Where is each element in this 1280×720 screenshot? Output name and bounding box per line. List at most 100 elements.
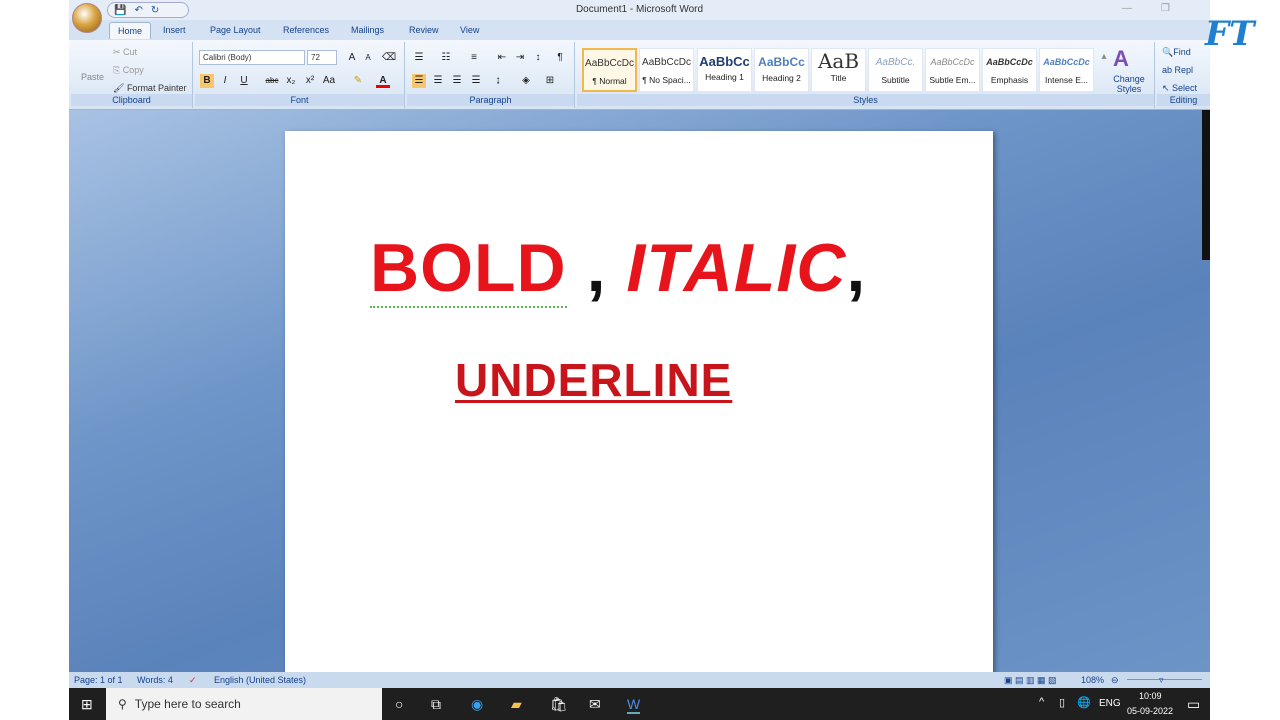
tab-home[interactable]: Home — [109, 22, 152, 39]
change-styles-button[interactable]: Change Styles — [1107, 74, 1151, 94]
multilevel-list-icon[interactable]: ≡ — [467, 51, 481, 65]
select-label: Select — [1172, 83, 1198, 93]
vertical-scrollbar[interactable] — [1202, 110, 1210, 260]
style-subtitle[interactable]: AaBbCc. Subtitle — [868, 48, 923, 92]
office-button[interactable] — [72, 3, 102, 33]
strikethrough-icon[interactable]: abc — [265, 74, 279, 88]
zoom-slider[interactable] — [1127, 679, 1202, 680]
numbering-icon[interactable]: ☷ — [439, 51, 453, 65]
view-buttons[interactable]: ▣ ▤ ▥ ▦ ▧ — [1004, 675, 1057, 686]
sort-icon[interactable]: ↕ — [531, 51, 545, 65]
styles-scroll-icon[interactable]: ▴ — [1097, 50, 1111, 64]
bold-icon[interactable]: B — [200, 74, 214, 88]
notifications-icon[interactable]: ▭ — [1187, 696, 1200, 713]
change-styles-icon: A — [1113, 46, 1129, 71]
style-preview: AaBbCc. — [875, 57, 916, 68]
windows-start-icon[interactable]: ⊞ — [81, 696, 93, 713]
style-name: ¶ No Spaci... — [642, 75, 691, 85]
align-left-icon[interactable]: ☰ — [412, 74, 426, 88]
search-icon: ⚲ — [118, 697, 127, 711]
change-case-icon[interactable]: Aa — [322, 74, 336, 88]
tab-insert[interactable]: Insert — [163, 25, 186, 35]
taskbar-search[interactable]: ⚲ Type here to search — [106, 688, 382, 720]
highlight-icon[interactable]: ✎ — [351, 74, 365, 88]
increase-indent-icon[interactable]: ⇥ — [513, 51, 527, 65]
file-explorer-icon[interactable]: ▰ — [511, 696, 522, 713]
clear-formatting-icon[interactable]: ⌫ — [382, 51, 396, 65]
zoom-out-icon[interactable]: ⊖ — [1111, 675, 1119, 686]
style-no-spacing[interactable]: AaBbCcDc ¶ No Spaci... — [639, 48, 694, 92]
subscript-icon[interactable]: x₂ — [284, 74, 298, 88]
shading-icon[interactable]: ◈ — [519, 74, 533, 88]
font-color-icon[interactable]: A — [376, 74, 390, 88]
style-heading-1[interactable]: AaBbCc Heading 1 — [697, 48, 752, 92]
tab-mailings[interactable]: Mailings — [351, 25, 384, 35]
tab-view[interactable]: View — [460, 25, 479, 35]
tab-references[interactable]: References — [283, 25, 329, 35]
align-center-icon[interactable]: ☰ — [431, 74, 445, 88]
font-size-select[interactable]: 72 — [307, 50, 337, 65]
find-button[interactable]: 🔍Find — [1162, 47, 1191, 58]
redo-icon[interactable]: ↻ — [151, 5, 159, 16]
paste-button[interactable]: Paste — [81, 72, 104, 82]
grow-font-icon[interactable]: A — [345, 51, 359, 65]
word-taskbar-icon[interactable]: W — [627, 696, 641, 714]
style-name: Subtitle — [881, 75, 910, 85]
edge-icon[interactable]: ◉ — [471, 696, 483, 713]
style-preview: AaBbCc — [758, 55, 805, 69]
style-emphasis[interactable]: AaBbCcDc Emphasis — [982, 48, 1037, 92]
borders-icon[interactable]: ⊞ — [543, 74, 557, 88]
italic-icon[interactable]: I — [218, 74, 232, 88]
page-count[interactable]: Page: 1 of 1 — [74, 675, 123, 685]
mail-icon[interactable]: ✉ — [589, 696, 601, 713]
word-count[interactable]: Words: 4 — [137, 675, 173, 685]
task-view-icon[interactable]: ⧉ — [431, 696, 441, 713]
cortana-icon[interactable]: ○ — [395, 696, 403, 712]
bullets-icon[interactable]: ☰ — [412, 51, 426, 65]
copy-button[interactable]: ⎘ Copy — [113, 65, 144, 76]
style-name: Intense E... — [1045, 75, 1088, 85]
style-heading-2[interactable]: AaBbCc Heading 2 — [754, 48, 809, 92]
store-icon[interactable]: 🛍 — [550, 696, 568, 713]
format-painter-button[interactable]: 🖌 Format Painter — [113, 83, 186, 94]
decrease-indent-icon[interactable]: ⇤ — [495, 51, 509, 65]
tab-page-layout[interactable]: Page Layout — [210, 25, 261, 35]
align-right-icon[interactable]: ☰ — [450, 74, 464, 88]
clock-date[interactable]: 05-09-2022 — [1127, 706, 1173, 716]
cut-button[interactable]: ✂ Cut — [113, 47, 137, 58]
zoom-level[interactable]: 108% — [1081, 675, 1104, 685]
tab-review[interactable]: Review — [409, 25, 439, 35]
underline-icon[interactable]: U — [237, 74, 251, 88]
replace-button[interactable]: ab Repl — [1162, 65, 1193, 75]
line-spacing-icon[interactable]: ↨ — [491, 74, 505, 88]
superscript-icon[interactable]: x² — [303, 74, 317, 88]
style-normal[interactable]: AaBbCcDc ¶ Normal — [582, 48, 637, 92]
meet-icon[interactable]: ▯ — [1059, 696, 1065, 709]
zoom-slider-thumb[interactable]: ▿ — [1159, 675, 1164, 686]
show-hidden-icons[interactable]: ^ — [1039, 696, 1044, 708]
styles-group: AaBbCcDc ¶ Normal AaBbCcDc ¶ No Spaci... A… — [577, 42, 1155, 108]
network-icon[interactable]: 🌐 — [1077, 696, 1091, 709]
language[interactable]: English (United States) — [214, 675, 306, 685]
style-title[interactable]: AaB Title — [811, 48, 866, 92]
save-icon[interactable]: 💾 — [114, 5, 126, 16]
clock-time[interactable]: 10:09 — [1139, 691, 1162, 701]
undo-icon[interactable]: ↶ — [134, 5, 142, 16]
document-page[interactable]: BOLD , ITALIC, UNDERLINE — [285, 131, 993, 676]
font-name-select[interactable]: Calibri (Body) — [199, 50, 305, 65]
taskbar: ⊞ ⚲ Type here to search ○ ⧉ ◉ ▰ 🛍 ✉ W ^ ▯… — [69, 688, 1210, 720]
style-preview: AaBbCcDc — [930, 57, 975, 67]
language-indicator[interactable]: ENG — [1099, 698, 1121, 709]
style-intense-emphasis[interactable]: AaBbCcDc Intense E... — [1039, 48, 1094, 92]
proofing-icon[interactable]: ✓ — [189, 675, 197, 686]
select-button[interactable]: ↖ Select — [1162, 83, 1197, 94]
text-line-1: BOLD , ITALIC, — [370, 229, 867, 308]
justify-icon[interactable]: ☰ — [469, 74, 483, 88]
comma: , — [846, 230, 867, 306]
show-marks-icon[interactable]: ¶ — [553, 51, 567, 65]
style-subtle-emphasis[interactable]: AaBbCcDc Subtle Em... — [925, 48, 980, 92]
format-painter-label: Format Painter — [126, 83, 187, 93]
minimize-button[interactable]: — — [1122, 3, 1132, 14]
restore-button[interactable]: ❐ — [1161, 3, 1170, 14]
shrink-font-icon[interactable]: A — [361, 51, 375, 65]
